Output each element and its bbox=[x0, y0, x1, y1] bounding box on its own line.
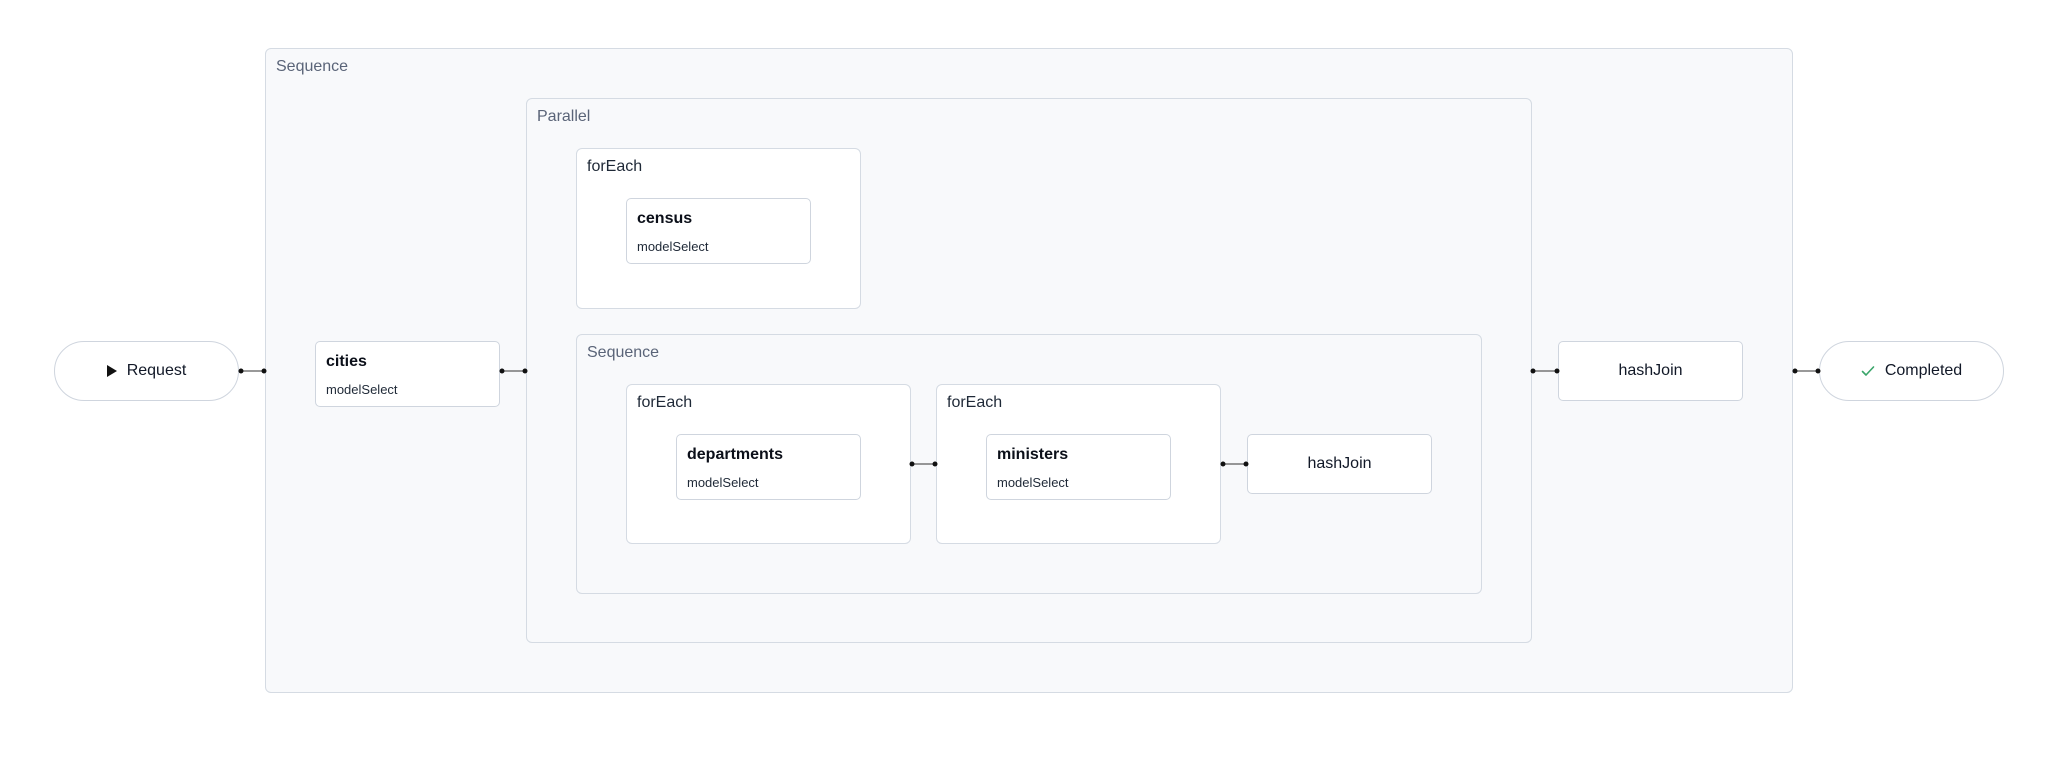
workflow-canvas: Sequence Parallel forEach census modelSe… bbox=[0, 0, 2048, 766]
census-node-title: census bbox=[637, 210, 693, 227]
inner-hashjoin-node[interactable]: hashJoin bbox=[1247, 434, 1432, 494]
inner-hashjoin-label: hashJoin bbox=[1307, 455, 1372, 472]
foreach-census-label: forEach bbox=[587, 158, 643, 175]
cities-node-subtitle: modelSelect bbox=[326, 382, 398, 397]
completed-label: Completed bbox=[1884, 362, 1963, 379]
request-start-node[interactable]: Request bbox=[54, 341, 239, 401]
ministers-node[interactable]: ministers modelSelect bbox=[986, 434, 1171, 500]
foreach-departments-label: forEach bbox=[637, 394, 693, 411]
ministers-node-subtitle: modelSelect bbox=[997, 475, 1069, 490]
play-icon bbox=[106, 365, 117, 377]
request-label: Request bbox=[126, 362, 187, 379]
edge-sequence-to-completed bbox=[1792, 368, 1821, 374]
check-icon bbox=[1861, 365, 1875, 377]
cities-node-title: cities bbox=[326, 353, 367, 370]
cities-node[interactable]: cities modelSelect bbox=[315, 341, 500, 407]
parallel-label: Parallel bbox=[537, 108, 591, 125]
departments-node-title: departments bbox=[687, 446, 784, 463]
completed-end-node[interactable]: Completed bbox=[1819, 341, 2004, 401]
census-node-subtitle: modelSelect bbox=[637, 239, 709, 254]
departments-node-subtitle: modelSelect bbox=[687, 475, 759, 490]
departments-node[interactable]: departments modelSelect bbox=[676, 434, 861, 500]
outer-sequence-label: Sequence bbox=[276, 58, 349, 75]
ministers-node-title: ministers bbox=[997, 446, 1069, 463]
inner-sequence-label: Sequence bbox=[587, 344, 660, 361]
foreach-ministers-label: forEach bbox=[947, 394, 1003, 411]
census-node[interactable]: census modelSelect bbox=[626, 198, 811, 264]
outer-hashjoin-node[interactable]: hashJoin bbox=[1558, 341, 1743, 401]
outer-hashjoin-label: hashJoin bbox=[1618, 362, 1683, 379]
edge-request-to-sequence bbox=[238, 368, 267, 374]
